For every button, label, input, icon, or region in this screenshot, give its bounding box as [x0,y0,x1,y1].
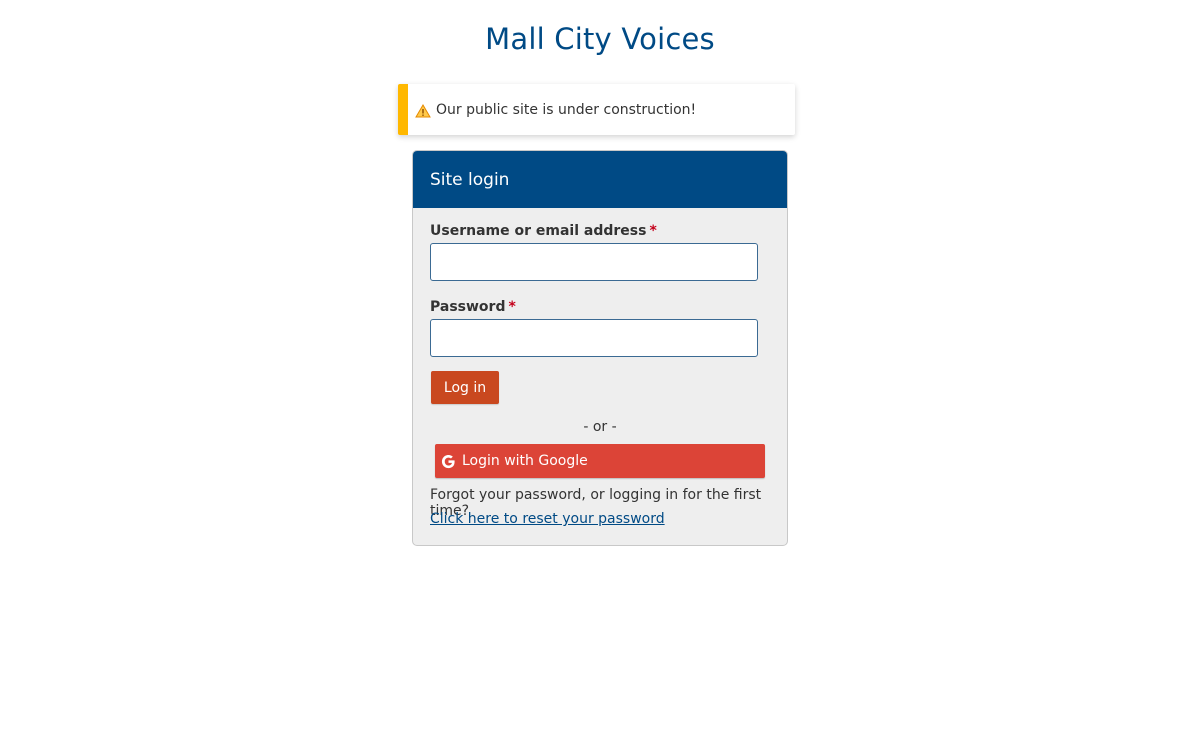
password-label: Password * [430,299,516,315]
warning-icon [415,103,431,117]
username-input[interactable] [430,243,758,281]
required-marker: * [508,299,516,315]
site-title: Mall City Voices [485,22,715,56]
login-card: Site login Username or email address * Pa… [412,150,788,546]
reset-password-link[interactable]: Click here to reset your password [430,511,665,527]
google-login-button[interactable]: Login with Google [435,444,765,478]
username-label: Username or email address * [430,223,657,239]
google-login-label: Login with Google [462,453,588,469]
password-label-text: Password [430,299,506,315]
password-input[interactable] [430,319,758,357]
login-header: Site login [413,151,787,208]
login-header-title: Site login [430,169,510,190]
or-separator: - or - [583,419,617,435]
login-button[interactable]: Log in [431,371,499,404]
google-g-icon [441,454,456,469]
notice-text: Our public site is under construction! [436,101,697,118]
login-page: Mall City Voices Our public site is unde… [0,0,1200,740]
required-marker: * [649,223,657,239]
construction-notice: Our public site is under construction! [398,84,795,135]
username-label-text: Username or email address [430,223,647,239]
